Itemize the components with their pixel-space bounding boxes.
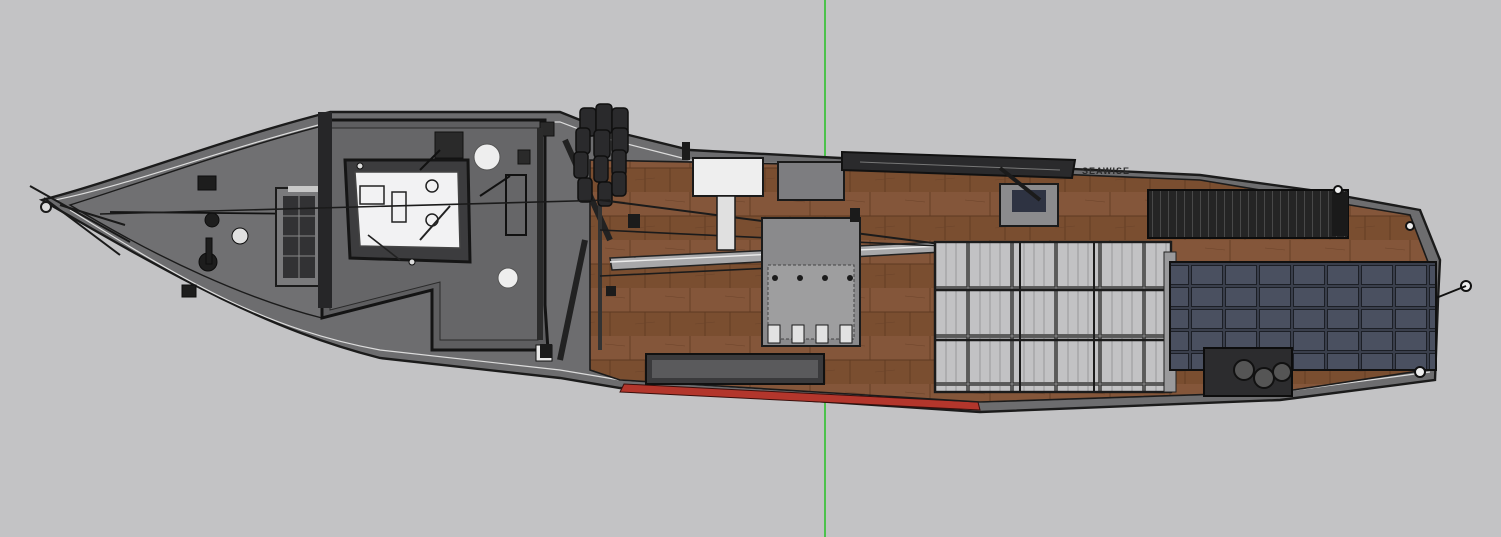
3d-viewport[interactable]: SEAWISE <box>0 0 1501 537</box>
radar-dome-forward <box>473 143 501 171</box>
ship-model-drawing[interactable]: SEAWISE <box>0 0 1501 537</box>
cargo-container-stack[interactable] <box>933 240 1177 394</box>
deck-bench-top <box>652 360 818 378</box>
radar-dome-aft <box>497 267 519 289</box>
deck-hatch[interactable] <box>761 217 861 347</box>
aft-equipment-box[interactable] <box>1147 189 1349 239</box>
exhaust-unit <box>1203 347 1293 397</box>
bridge-roof[interactable] <box>343 158 472 264</box>
bow-lockers <box>275 186 321 287</box>
ship-name-label: SEAWISE <box>1082 166 1130 176</box>
